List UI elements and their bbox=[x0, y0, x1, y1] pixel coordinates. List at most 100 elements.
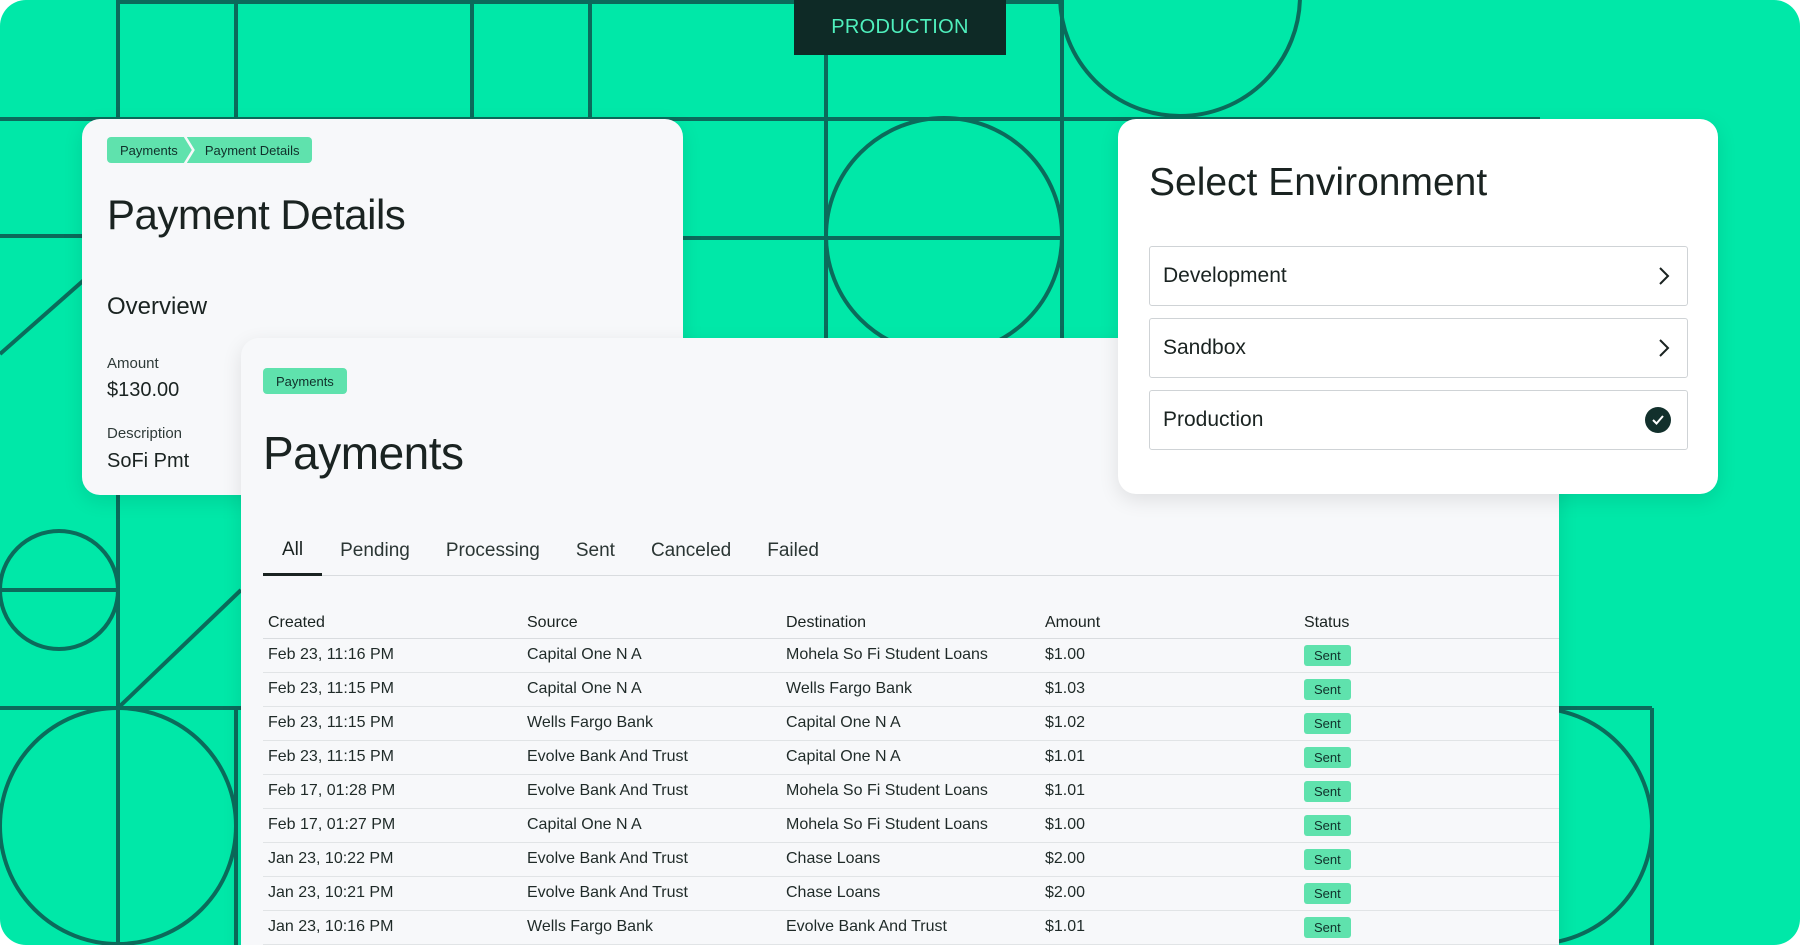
description-value: SoFi Pmt bbox=[107, 450, 190, 472]
table-row[interactable]: Feb 23, 11:15 PM Wells Fargo Bank Capital … bbox=[263, 706, 1559, 741]
cell-status: Sent bbox=[1299, 672, 1559, 707]
column-created[interactable]: Created bbox=[263, 602, 522, 639]
option-label: Development bbox=[1163, 264, 1287, 287]
section-heading: Overview bbox=[107, 293, 208, 320]
cell-amount: $1.03 bbox=[1040, 672, 1299, 707]
chevron-right-icon bbox=[1659, 339, 1670, 357]
cell-source: Capital One N A bbox=[522, 638, 781, 673]
table-row[interactable]: Feb 23, 11:15 PM Capital One N A Wells Far… bbox=[263, 672, 1559, 707]
cell-status: Sent bbox=[1299, 706, 1559, 741]
breadcrumb-payment-details[interactable]: Payment Details bbox=[186, 137, 313, 163]
cell-amount: $1.00 bbox=[1040, 808, 1299, 843]
cell-status: Sent bbox=[1299, 774, 1559, 809]
breadcrumb: Payments Payment Details bbox=[107, 137, 313, 163]
environment-title: Select Environment bbox=[1149, 161, 1488, 204]
hero-canvas: PRODUCTION Payments Payment Details Paym… bbox=[0, 0, 1800, 945]
cell-destination: Chase Loans bbox=[781, 842, 1040, 877]
payments-table: Created Source Destination Amount Status… bbox=[263, 602, 1559, 945]
tab-processing[interactable]: Processing bbox=[428, 526, 558, 576]
cell-destination: Evolve Bank And Trust bbox=[781, 910, 1040, 945]
tab-canceled[interactable]: Canceled bbox=[633, 526, 749, 576]
cell-created: Feb 23, 11:15 PM bbox=[263, 740, 522, 775]
column-status[interactable]: Status bbox=[1299, 602, 1559, 639]
cell-destination: Chase Loans bbox=[781, 876, 1040, 911]
status-badge: Sent bbox=[1304, 814, 1351, 836]
cell-destination: Wells Fargo Bank bbox=[781, 672, 1040, 707]
cell-amount: $2.00 bbox=[1040, 876, 1299, 911]
cell-amount: $1.01 bbox=[1040, 774, 1299, 809]
chevron-right-icon bbox=[1659, 267, 1670, 285]
status-tabs: All Pending Processing Sent Canceled Fai… bbox=[263, 526, 1559, 576]
cell-created: Jan 23, 10:21 PM bbox=[263, 876, 522, 911]
cell-destination: Capital One N A bbox=[781, 706, 1040, 741]
amount-label: Amount bbox=[107, 355, 159, 372]
breadcrumb-payments[interactable]: Payments bbox=[107, 137, 192, 163]
cell-destination: Mohela So Fi Student Loans bbox=[781, 808, 1040, 843]
amount-value: $130.00 bbox=[107, 379, 180, 401]
column-destination[interactable]: Destination bbox=[781, 602, 1040, 639]
tab-pending[interactable]: Pending bbox=[322, 526, 428, 576]
cell-status: Sent bbox=[1299, 842, 1559, 877]
page-title: Payment Details bbox=[107, 191, 406, 238]
status-badge: Sent bbox=[1304, 916, 1351, 938]
cell-created: Feb 17, 01:27 PM bbox=[263, 808, 522, 843]
cell-source: Evolve Bank And Trust bbox=[522, 842, 781, 877]
option-label: Sandbox bbox=[1163, 336, 1246, 359]
select-environment-card: Select Environment Development Sandbox P… bbox=[1118, 119, 1718, 494]
table-header-row: Created Source Destination Amount Status bbox=[263, 602, 1559, 639]
cell-created: Jan 23, 10:16 PM bbox=[263, 910, 522, 945]
table-row[interactable]: Feb 17, 01:28 PM Evolve Bank And Trust Moh… bbox=[263, 774, 1559, 809]
tab-all[interactable]: All bbox=[263, 526, 323, 576]
cell-created: Feb 23, 11:15 PM bbox=[263, 706, 522, 741]
status-badge: Sent bbox=[1304, 746, 1351, 768]
cell-created: Feb 23, 11:15 PM bbox=[263, 672, 522, 707]
status-badge: Sent bbox=[1304, 882, 1351, 904]
cell-source: Wells Fargo Bank bbox=[522, 706, 781, 741]
cell-status: Sent bbox=[1299, 808, 1559, 843]
column-amount[interactable]: Amount bbox=[1040, 602, 1299, 639]
cell-destination: Capital One N A bbox=[781, 740, 1040, 775]
tab-sent[interactable]: Sent bbox=[558, 526, 633, 576]
environment-option-production[interactable]: Production bbox=[1149, 390, 1688, 450]
tab-failed[interactable]: Failed bbox=[749, 526, 837, 576]
cell-created: Feb 17, 01:28 PM bbox=[263, 774, 522, 809]
check-circle-icon bbox=[1645, 407, 1671, 433]
payments-tag[interactable]: Payments bbox=[263, 368, 347, 394]
cell-source: Evolve Bank And Trust bbox=[522, 774, 781, 809]
cell-amount: $1.00 bbox=[1040, 638, 1299, 673]
cell-status: Sent bbox=[1299, 638, 1559, 673]
cell-destination: Mohela So Fi Student Loans bbox=[781, 638, 1040, 673]
cell-amount: $1.01 bbox=[1040, 740, 1299, 775]
cell-destination: Mohela So Fi Student Loans bbox=[781, 774, 1040, 809]
cell-amount: $1.02 bbox=[1040, 706, 1299, 741]
table-row[interactable]: Jan 23, 10:21 PM Evolve Bank And Trust Cha… bbox=[263, 876, 1559, 911]
cell-source: Capital One N A bbox=[522, 808, 781, 843]
environment-option-development[interactable]: Development bbox=[1149, 246, 1688, 306]
cell-created: Feb 23, 11:16 PM bbox=[263, 638, 522, 673]
cell-source: Evolve Bank And Trust bbox=[522, 740, 781, 775]
cell-amount: $1.01 bbox=[1040, 910, 1299, 945]
cell-source: Evolve Bank And Trust bbox=[522, 876, 781, 911]
payments-title: Payments bbox=[263, 427, 464, 479]
cell-created: Jan 23, 10:22 PM bbox=[263, 842, 522, 877]
table-row[interactable]: Feb 23, 11:15 PM Evolve Bank And Trust Cap… bbox=[263, 740, 1559, 775]
status-badge: Sent bbox=[1304, 712, 1351, 734]
environment-option-sandbox[interactable]: Sandbox bbox=[1149, 318, 1688, 378]
status-badge: Sent bbox=[1304, 678, 1351, 700]
column-source[interactable]: Source bbox=[522, 602, 781, 639]
status-badge: Sent bbox=[1304, 644, 1351, 666]
table-row[interactable]: Feb 17, 01:27 PM Capital One N A Mohela So… bbox=[263, 808, 1559, 843]
status-badge: Sent bbox=[1304, 848, 1351, 870]
cell-status: Sent bbox=[1299, 740, 1559, 775]
description-label: Description bbox=[107, 425, 183, 442]
cell-source: Wells Fargo Bank bbox=[522, 910, 781, 945]
status-badge: Sent bbox=[1304, 780, 1351, 802]
cell-status: Sent bbox=[1299, 910, 1559, 945]
cell-source: Capital One N A bbox=[522, 672, 781, 707]
cell-status: Sent bbox=[1299, 876, 1559, 911]
option-label: Production bbox=[1163, 408, 1264, 431]
cell-amount: $2.00 bbox=[1040, 842, 1299, 877]
table-row[interactable]: Feb 23, 11:16 PM Capital One N A Mohela So… bbox=[263, 638, 1559, 673]
table-row[interactable]: Jan 23, 10:22 PM Evolve Bank And Trust Cha… bbox=[263, 842, 1559, 877]
table-row[interactable]: Jan 23, 10:16 PM Wells Fargo Bank Evolve B… bbox=[263, 910, 1559, 945]
